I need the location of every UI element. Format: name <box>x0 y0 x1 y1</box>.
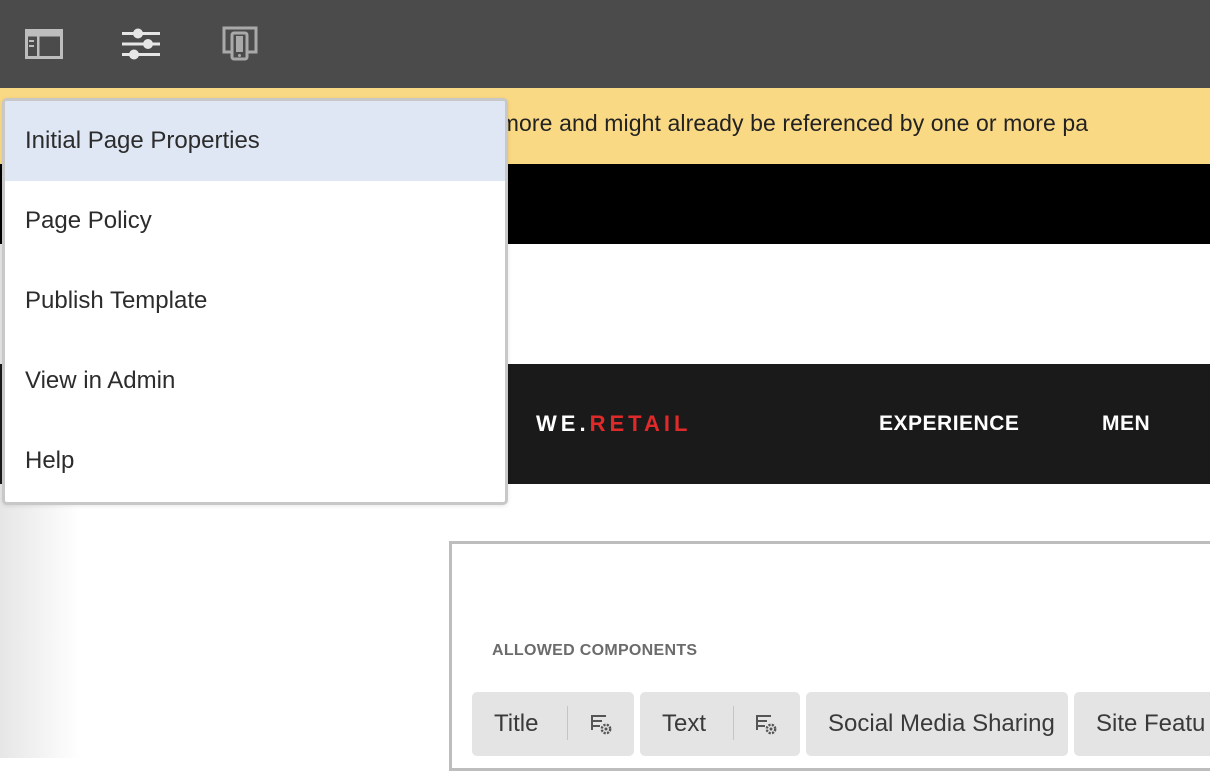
policy-settings-icon[interactable] <box>754 712 778 736</box>
component-label: Title <box>494 710 539 737</box>
component-chip-social-media-sharing[interactable]: Social Media Sharing <box>806 692 1068 756</box>
component-label: Text <box>662 710 707 737</box>
component-label: Social Media Sharing <box>828 710 1055 737</box>
chip-divider <box>567 706 568 740</box>
page-properties-sliders-icon <box>122 28 160 60</box>
chip-divider <box>733 706 734 740</box>
page-information-button[interactable] <box>117 20 165 68</box>
emulator-devices-icon <box>222 26 258 61</box>
emulator-button[interactable] <box>216 20 264 68</box>
menu-item-help[interactable]: Help <box>5 421 505 501</box>
menu-item-page-policy[interactable]: Page Policy <box>5 181 505 261</box>
nav-link-men[interactable]: MEN <box>1102 412 1150 436</box>
editor-toolbar <box>0 0 1210 88</box>
policy-settings-icon[interactable] <box>589 712 613 736</box>
page-information-menu: Initial Page Properties Page Policy Publ… <box>2 98 508 505</box>
we-retail-logo[interactable]: WE.RETAIL <box>536 411 691 437</box>
menu-item-publish-template[interactable]: Publish Template <box>5 261 505 341</box>
nav-link-experience[interactable]: EXPERIENCE <box>879 412 1019 436</box>
toggle-side-panel-button[interactable] <box>20 20 68 68</box>
component-chip-title[interactable]: Title <box>472 692 634 756</box>
allowed-components-title: ALLOWED COMPONENTS <box>492 642 698 659</box>
component-chip-site-features[interactable]: Site Featu <box>1074 692 1210 756</box>
menu-item-view-in-admin[interactable]: View in Admin <box>5 341 505 421</box>
component-chip-text[interactable]: Text <box>640 692 800 756</box>
side-panel-icon <box>25 29 63 59</box>
component-label: Site Featu <box>1096 710 1206 737</box>
menu-item-initial-page-properties[interactable]: Initial Page Properties <box>5 101 505 181</box>
